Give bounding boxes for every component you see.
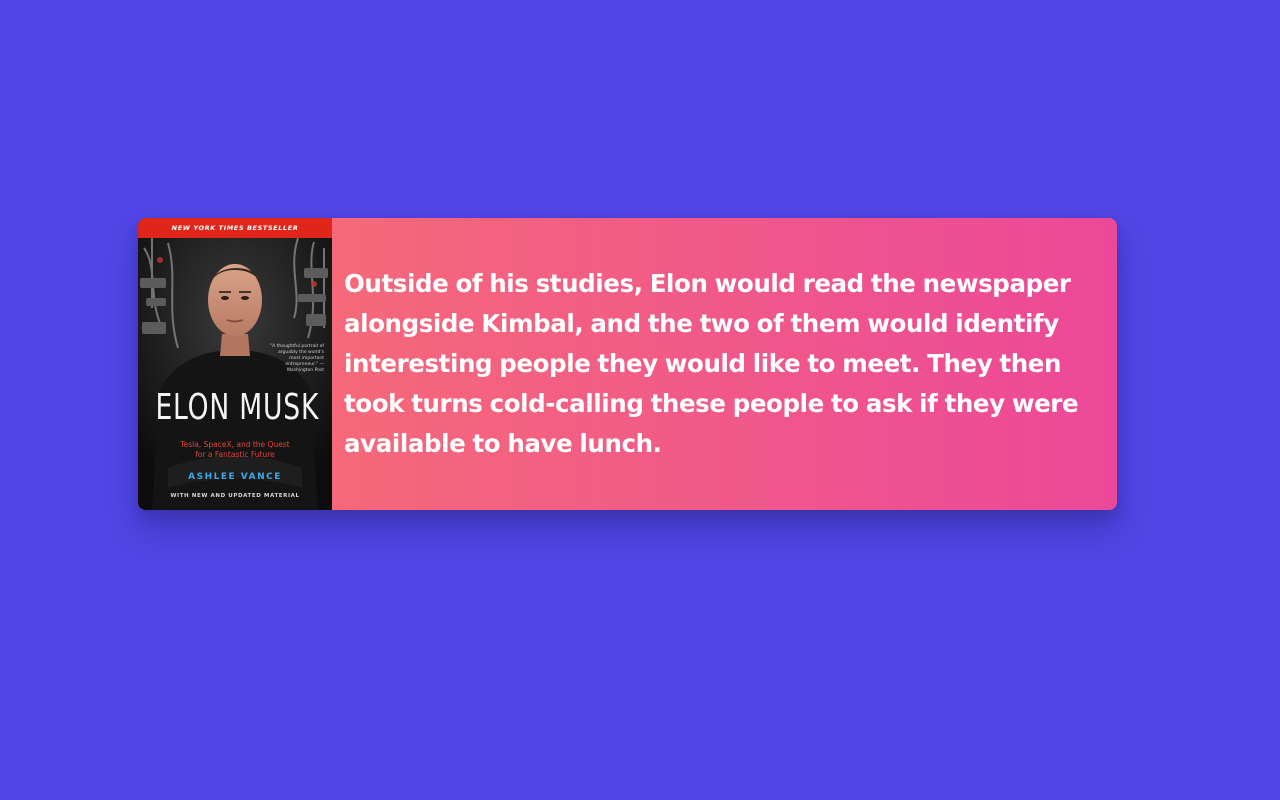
cover-subtitle: Tesla, SpaceX, and the Quest for a Fanta… (180, 440, 290, 459)
quote-body: Outside of his studies, Elon would read … (332, 218, 1117, 510)
cover-title: ELON MUSK (155, 387, 320, 428)
quote-text: Outside of his studies, Elon would read … (344, 269, 1079, 458)
cover-blurb: "A thoughtful portrait of arguably the w… (270, 344, 325, 373)
book-cover-image: NEW YORK TIMES BESTSELLER "A thoughtful … (138, 218, 332, 510)
cover-banner: NEW YORK TIMES BESTSELLER (138, 218, 332, 238)
cover-author: ASHLEE VANCE (188, 472, 282, 482)
cover-photo (138, 238, 332, 510)
quote-card: NEW YORK TIMES BESTSELLER "A thoughtful … (138, 218, 1117, 510)
cover-footer: WITH NEW AND UPDATED MATERIAL (170, 493, 300, 499)
